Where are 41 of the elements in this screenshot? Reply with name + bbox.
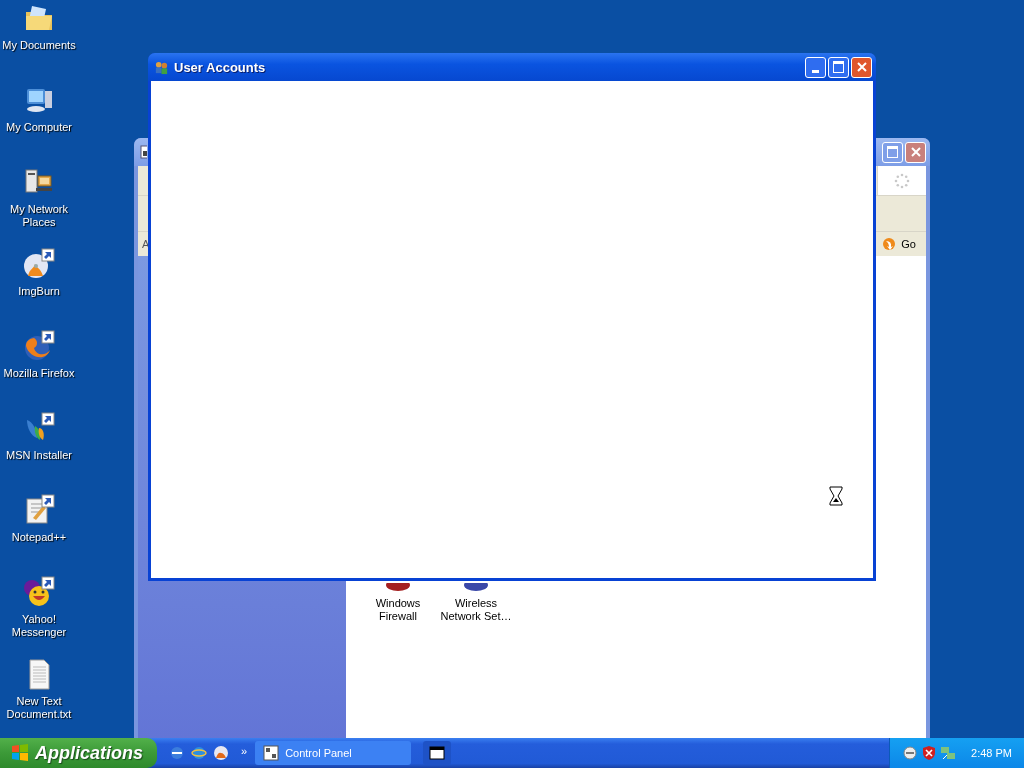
desktop-icon-label[interactable]: Notepad++ xyxy=(0,531,78,544)
hourglass-cursor-icon xyxy=(829,486,843,506)
desktop-icon-label[interactable]: My Documents xyxy=(0,39,78,52)
desktop-icon-label[interactable]: My Network Places xyxy=(0,203,78,229)
clock: 2:48 PM xyxy=(971,747,1012,759)
close-icon xyxy=(856,62,867,72)
window-icon xyxy=(429,745,446,761)
desktop-icon-label[interactable]: Yahoo! Messenger xyxy=(0,613,78,639)
globe-icon[interactable] xyxy=(191,745,207,761)
more-button[interactable]: » xyxy=(241,745,248,757)
notepad-pen-icon[interactable] xyxy=(23,494,55,526)
desktop-icon-label[interactable]: ImgBurn xyxy=(0,285,78,298)
users-icon xyxy=(154,59,169,75)
window-icon xyxy=(140,145,147,159)
window-taskbar-button[interactable] xyxy=(423,741,452,765)
start-button[interactable]: Applications xyxy=(0,738,157,768)
taskbar-button[interactable]: Control Panel xyxy=(255,741,412,765)
maximize-button[interactable] xyxy=(828,56,849,78)
close-button[interactable] xyxy=(851,56,872,78)
fox-globe-icon[interactable] xyxy=(23,330,55,362)
windows-flag-icon xyxy=(10,743,30,763)
go-button[interactable]: Go xyxy=(879,233,926,255)
desktop-icon-label[interactable]: Mozilla Firefox xyxy=(0,367,78,380)
control-panel-item-label[interactable]: Windows Firewall xyxy=(360,597,436,623)
close-button[interactable] xyxy=(905,141,926,163)
minus-circle-icon[interactable] xyxy=(902,745,919,761)
minimize-button[interactable] xyxy=(805,56,826,78)
smiley-icon[interactable] xyxy=(23,576,55,608)
browser-icon[interactable] xyxy=(169,745,185,761)
desktop-icon-label[interactable]: New Text Document.txt xyxy=(0,695,78,721)
maximize-button[interactable] xyxy=(882,141,903,163)
shield-icon[interactable] xyxy=(921,745,938,761)
disc-flame-icon[interactable] xyxy=(23,248,55,280)
control-panel-item-label[interactable]: Wireless Network Set… xyxy=(438,597,514,623)
disc-icon[interactable] xyxy=(213,745,229,761)
window-title: User Accounts xyxy=(174,59,266,75)
loading-icon xyxy=(894,172,910,189)
close-icon xyxy=(910,147,921,157)
control-panel-icon xyxy=(263,745,280,761)
desktop-icon-label[interactable]: My Computer xyxy=(0,121,78,134)
desktop-icon-label[interactable]: MSN Installer xyxy=(0,449,78,462)
